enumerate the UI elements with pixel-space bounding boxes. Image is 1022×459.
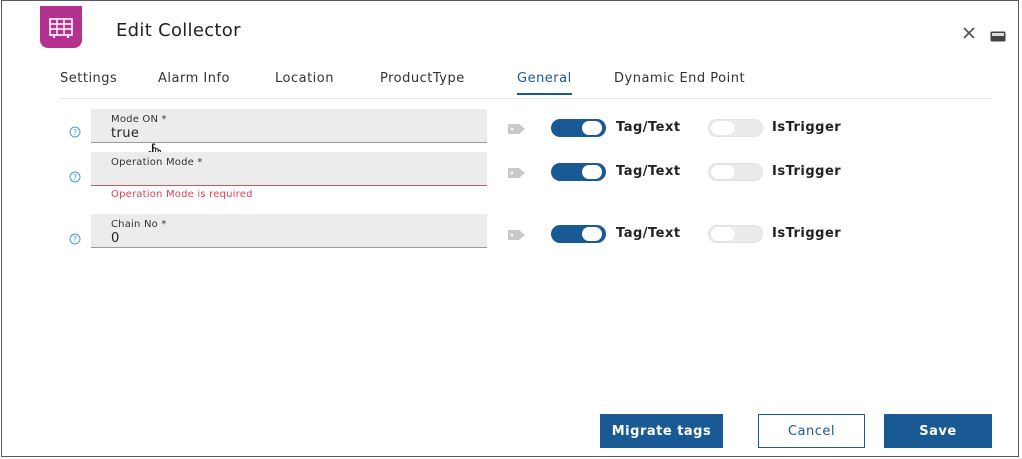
- tabs-divider: [60, 98, 992, 99]
- migrate-tags-button[interactable]: Migrate tags: [600, 414, 723, 448]
- field-value: 0: [111, 231, 120, 246]
- operation-mode-error: Operation Mode is required: [111, 189, 253, 200]
- is-trigger-toggle[interactable]: [708, 225, 763, 243]
- tag-text-label: Tag/Text: [616, 226, 681, 241]
- help-icon[interactable]: ?: [69, 123, 81, 138]
- tab-location[interactable]: Location: [275, 71, 334, 93]
- field-value: true: [111, 126, 140, 141]
- field-label: Chain No *: [111, 219, 167, 230]
- tag-icon: [507, 164, 526, 178]
- svg-text:?: ?: [73, 235, 77, 244]
- tag-text-toggle[interactable]: [551, 225, 606, 243]
- tab-product-type[interactable]: ProductType: [380, 71, 465, 93]
- edit-collector-dialog: Edit Collector Settings Alarm Info Locat…: [1, 0, 1019, 457]
- tag-text-label: Tag/Text: [616, 164, 681, 179]
- cancel-button[interactable]: Cancel: [758, 414, 865, 448]
- is-trigger-label: IsTrigger: [772, 120, 842, 135]
- tag-text-toggle[interactable]: [551, 119, 606, 137]
- tag-text-label: Tag/Text: [616, 120, 681, 135]
- field-label: Operation Mode *: [111, 157, 203, 168]
- field-label: Mode ON *: [111, 114, 167, 125]
- minimize-icon[interactable]: [990, 27, 1006, 42]
- is-trigger-toggle[interactable]: [708, 163, 763, 181]
- svg-text:?: ?: [73, 173, 77, 182]
- collector-grid-icon: [40, 6, 82, 48]
- tab-alarm-info[interactable]: Alarm Info: [158, 71, 230, 93]
- mode-on-field[interactable]: Mode ON * true: [91, 109, 487, 143]
- is-trigger-toggle[interactable]: [708, 119, 763, 137]
- chain-no-field[interactable]: Chain No * 0: [91, 214, 487, 248]
- save-button[interactable]: Save: [884, 414, 992, 448]
- tag-icon: [507, 226, 526, 240]
- tab-settings[interactable]: Settings: [60, 71, 117, 93]
- operation-mode-field[interactable]: Operation Mode *: [91, 152, 487, 186]
- tab-general[interactable]: General: [517, 71, 572, 95]
- tag-icon: [507, 120, 526, 134]
- dialog-title: Edit Collector: [116, 20, 241, 41]
- close-icon[interactable]: [962, 25, 976, 39]
- is-trigger-label: IsTrigger: [772, 164, 842, 179]
- help-icon[interactable]: ?: [69, 168, 81, 183]
- is-trigger-label: IsTrigger: [772, 226, 842, 241]
- help-icon[interactable]: ?: [69, 230, 81, 245]
- svg-text:?: ?: [73, 128, 77, 137]
- tag-text-toggle[interactable]: [551, 163, 606, 181]
- tab-dynamic-end-point[interactable]: Dynamic End Point: [614, 71, 745, 93]
